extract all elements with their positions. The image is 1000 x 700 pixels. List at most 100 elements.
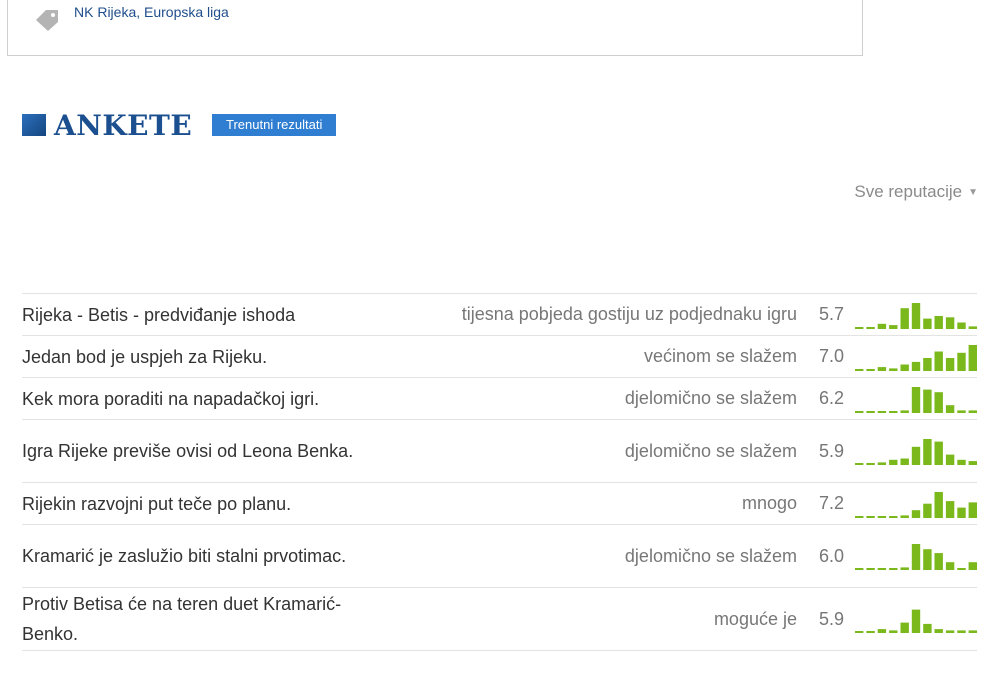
poll-row[interactable]: Protiv Betisa će na teren duet Kramarić-… — [22, 588, 977, 651]
distribution-bar — [855, 368, 864, 371]
poll-answer: tijesna pobjeda gostiju uz podjednaku ig… — [461, 304, 797, 324]
poll-score: 5.7 — [819, 304, 845, 324]
poll-answer: moguće je — [713, 608, 797, 629]
distribution-bar — [911, 509, 921, 518]
distribution-bar — [957, 409, 966, 413]
poll-row[interactable]: Igra Rijeke previše ovisi od Leona Benka… — [22, 420, 977, 483]
distribution-bar — [866, 326, 875, 329]
poll-question[interactable]: Jedan bod je uspjeh za Rijeku. — [22, 342, 382, 372]
distribution-bar — [968, 562, 977, 570]
distribution-bar — [889, 568, 898, 570]
poll-row[interactable]: Kek mora poraditi na napadačkoj igri. dje… — [22, 378, 977, 420]
distribution-bar — [923, 503, 932, 518]
distribution-sparkline — [855, 386, 977, 413]
distribution-bar — [934, 391, 943, 413]
distribution-bar — [900, 567, 909, 570]
distribution-bar — [866, 463, 875, 465]
distribution-bar — [900, 364, 909, 371]
caret-down-icon: ▼ — [968, 187, 978, 199]
section-title: ANKETE — [54, 108, 193, 142]
distribution-bar — [855, 410, 864, 413]
filter-label: Sve reputacije — [854, 182, 963, 201]
distribution-bar — [911, 386, 921, 413]
distribution-bar — [923, 439, 932, 465]
distribution-sparkline — [855, 344, 977, 371]
poll-score: 7.0 — [819, 346, 845, 366]
poll-score: 6.2 — [819, 388, 845, 408]
distribution-bar — [968, 409, 977, 413]
distribution-bar — [889, 459, 898, 465]
poll-row[interactable]: Jedan bod je uspjeh za Rijeku. većinom se… — [22, 336, 977, 378]
distribution-sparkline — [855, 544, 977, 570]
distribution-bar — [923, 318, 932, 329]
distribution-bar — [934, 441, 943, 465]
poll-row[interactable]: Kramarić je zaslužio biti stalni prvotim… — [22, 525, 977, 588]
distribution-bar — [911, 361, 921, 371]
distribution-bar — [923, 623, 932, 633]
distribution-bar — [934, 491, 943, 518]
distribution-sparkline — [855, 439, 977, 465]
distribution-bar — [877, 323, 887, 329]
poll-answer: djelomično se slažem — [624, 545, 797, 566]
poll-question[interactable]: Igra Rijeke previše ovisi od Leona Benka… — [22, 436, 382, 466]
poll-question[interactable]: Rijeka - Betis - predviđanje ishoda — [22, 300, 382, 330]
distribution-bar — [889, 367, 898, 371]
poll-question[interactable]: Kek mora poraditi na napadačkoj igri. — [22, 384, 382, 414]
distribution-bar — [866, 568, 875, 570]
distribution-bar — [866, 410, 875, 413]
distribution-bar — [866, 515, 875, 518]
poll-answer: mnogo — [741, 493, 797, 513]
distribution-bar — [957, 459, 966, 465]
distribution-bar — [866, 368, 875, 371]
poll-question[interactable]: Rijekin razvojni put teče po planu. — [22, 489, 382, 519]
distribution-bar — [923, 549, 932, 570]
distribution-bar — [957, 352, 966, 371]
distribution-bar — [900, 409, 909, 413]
distribution-bar — [911, 446, 921, 465]
distribution-bar — [968, 630, 977, 633]
distribution-bar — [934, 315, 943, 329]
distribution-bar — [855, 463, 864, 465]
distribution-sparkline — [855, 491, 977, 518]
poll-question[interactable]: Protiv Betisa će na teren duet Kramarić-… — [22, 589, 382, 649]
distribution-bar — [945, 562, 955, 570]
poll-question[interactable]: Kramarić je zaslužio biti stalni prvotim… — [22, 541, 382, 571]
distribution-bar — [889, 630, 898, 633]
distribution-bar — [877, 568, 887, 570]
distribution-bar — [968, 501, 977, 518]
poll-row[interactable]: Rijekin razvojni put teče po planu. mnogo… — [22, 483, 977, 525]
distribution-bar — [945, 454, 955, 465]
current-results-button[interactable]: Trenutni rezultati — [212, 114, 337, 136]
poll-table: Rijeka - Betis - predviđanje ishoda tijes… — [22, 293, 977, 651]
tag-box: NK Rijeka, Europska liga — [7, 0, 863, 56]
poll-score: 7.2 — [819, 493, 845, 513]
distribution-bar — [911, 544, 921, 570]
distribution-bar — [945, 500, 955, 518]
distribution-bar — [877, 462, 887, 465]
distribution-bar — [900, 622, 909, 633]
distribution-bar — [957, 630, 966, 633]
poll-answer: djelomično se slažem — [624, 388, 797, 408]
tag-links[interactable]: NK Rijeka, Europska liga — [74, 4, 229, 20]
section-heading: ANKETE — [22, 108, 193, 142]
distribution-bar — [900, 514, 909, 518]
distribution-bar — [968, 344, 977, 371]
distribution-bar — [957, 568, 966, 570]
distribution-bar — [900, 307, 909, 329]
distribution-bar — [957, 507, 966, 518]
distribution-bar — [911, 609, 921, 633]
distribution-bar — [934, 629, 943, 633]
poll-score: 5.9 — [819, 440, 845, 461]
poll-row[interactable]: Rijeka - Betis - predviđanje ishoda tijes… — [22, 294, 977, 336]
distribution-bar — [877, 410, 887, 413]
distribution-bar — [945, 316, 955, 329]
distribution-bar — [855, 568, 864, 570]
distribution-bar — [934, 553, 943, 570]
poll-score: 5.9 — [819, 608, 845, 629]
distribution-bar — [945, 357, 955, 371]
distribution-bar — [855, 326, 864, 329]
reputation-filter-dropdown[interactable]: Sve reputacije ▼ — [854, 182, 978, 202]
distribution-sparkline — [855, 609, 977, 633]
poll-answer: djelomično se slažem — [624, 440, 797, 461]
distribution-bar — [911, 302, 921, 329]
